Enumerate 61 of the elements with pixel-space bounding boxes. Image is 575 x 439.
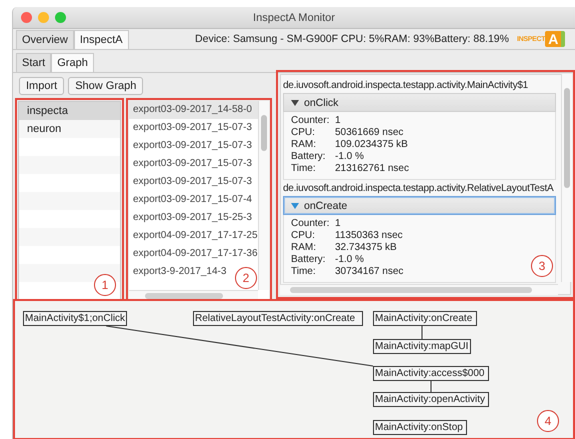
- method-header[interactable]: onClick: [283, 93, 556, 112]
- toolbar-button[interactable]: Import: [19, 77, 64, 95]
- tab[interactable]: Overview: [16, 30, 74, 49]
- list-item[interactable]: export03-09-2017_15-07-4: [129, 191, 254, 209]
- graph-node[interactable]: MainActivity:openActivity: [373, 392, 489, 407]
- field-value: 109.0234375 kB: [335, 139, 408, 151]
- field-value: -1.0 %: [335, 254, 364, 266]
- list-item[interactable]: export03-09-2017_14-58-0: [129, 101, 259, 119]
- field-label: Counter:: [291, 218, 330, 230]
- field-value: 1: [335, 218, 341, 230]
- field-label: CPU:: [291, 230, 316, 242]
- field-value: 1: [335, 115, 341, 127]
- graph-node[interactable]: MainActivity$1;onClick: [23, 311, 127, 326]
- disclosure-triangle-icon: [291, 202, 299, 210]
- window-title: InspectA Monitor: [253, 12, 335, 24]
- field-label: CPU:: [291, 127, 316, 139]
- field-label: Time:: [291, 163, 317, 175]
- scrollbar[interactable]: [258, 101, 269, 290]
- field-label: Battery:: [291, 254, 326, 266]
- list-item[interactable]: export03-09-2017_15-07-3: [129, 137, 254, 155]
- field-label: Time:: [291, 266, 317, 278]
- tab[interactable]: InspectA: [74, 30, 129, 49]
- graph-node[interactable]: RelativeLayoutTestActivity:onCreate: [193, 311, 363, 326]
- list-item[interactable]: neuron: [19, 120, 120, 138]
- field-value: 30734167 nsec: [335, 266, 404, 278]
- zoom-button[interactable]: [55, 12, 66, 23]
- toolbar-button[interactable]: Show Graph: [68, 77, 144, 95]
- tab[interactable]: Graph: [51, 53, 94, 72]
- scrollbar[interactable]: [280, 284, 558, 295]
- list-item[interactable]: export04-09-2017_17-17-36: [129, 245, 260, 263]
- minimize-button[interactable]: [38, 12, 49, 23]
- field-label: RAM:: [291, 242, 317, 254]
- field-label: Counter:: [291, 115, 330, 127]
- field-label: Battery:: [291, 151, 326, 163]
- graph-node[interactable]: MainActivity:onCreate: [373, 311, 477, 326]
- graph-node[interactable]: MainActivity:mapGUI: [373, 339, 471, 354]
- list-item[interactable]: export03-09-2017_15-07-3: [129, 155, 254, 173]
- field-value: -1.0 %: [335, 151, 364, 163]
- list-item[interactable]: export03-09-2017_15-07-3: [129, 119, 254, 137]
- field-value: 213162761 nsec: [335, 163, 409, 175]
- list-item[interactable]: export03-09-2017_15-07-3: [129, 173, 254, 191]
- list-item[interactable]: export3-9-2017_14-3: [129, 263, 228, 281]
- class-name: de.iuvosoft.android.inspecta.testapp.activity.RelativeLayoutTestA: [283, 182, 554, 196]
- graph-node[interactable]: MainActivity:onStop: [373, 420, 467, 435]
- device-status: Device: Samsung - SM-G900F CPU: 5%RAM: 93%Battery: 88.19%: [195, 33, 509, 45]
- close-button[interactable]: [21, 12, 32, 23]
- field-value: 50361669 nsec: [335, 127, 404, 139]
- scrollbar[interactable]: [561, 74, 572, 282]
- list-item[interactable]: inspecta: [19, 102, 120, 120]
- callout-number: 4: [537, 410, 559, 432]
- list-item[interactable]: export04-09-2017_17-17-25: [129, 227, 260, 245]
- field-value: 11350363 nsec: [335, 230, 403, 242]
- edge-line: [430, 380, 432, 392]
- tab[interactable]: Start: [16, 53, 52, 72]
- class-name: de.iuvosoft.android.inspecta.testapp.activity.MainActivity$1: [283, 79, 529, 93]
- disclosure-triangle-icon: [291, 98, 299, 106]
- graph-node[interactable]: MainActivity:access$000: [373, 366, 489, 381]
- field-value: 32.734375 kB: [335, 242, 397, 254]
- method-header[interactable]: onCreate: [283, 196, 556, 215]
- list-item[interactable]: export03-09-2017_15-25-3: [129, 209, 254, 227]
- field-label: RAM:: [291, 139, 317, 151]
